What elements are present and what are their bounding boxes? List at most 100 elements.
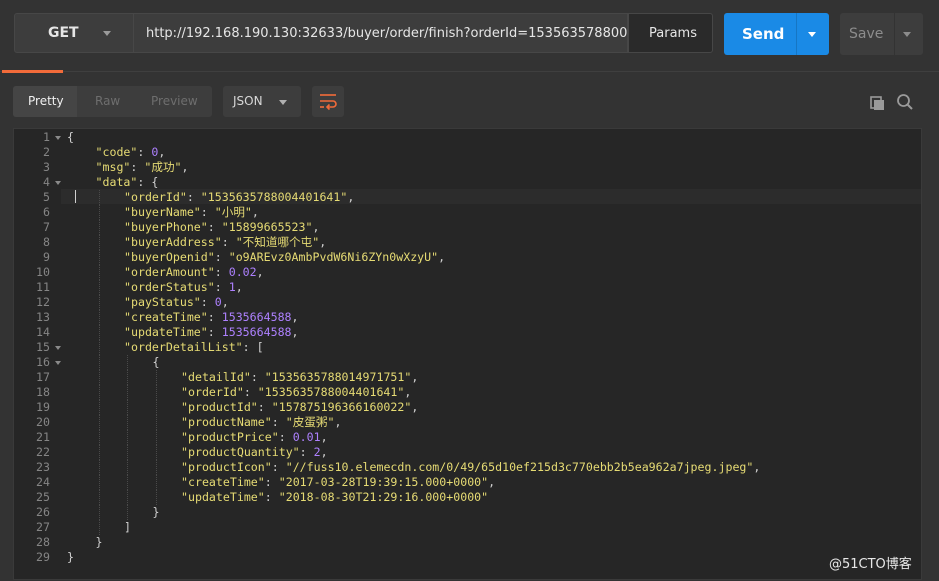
indent-guide <box>98 460 100 475</box>
code-text: "productQuantity": 2, <box>181 445 328 460</box>
code-token: "productQuantity" <box>181 445 300 459</box>
indent-guide <box>98 520 100 535</box>
code-token: ] <box>124 520 131 534</box>
code-line: 28} <box>14 535 914 550</box>
code-text: } <box>67 550 74 565</box>
wrap-lines-icon <box>320 94 337 111</box>
code-line: 16 { <box>14 355 914 370</box>
code-text: ] <box>124 520 131 535</box>
copy-icon[interactable] <box>868 92 888 112</box>
tab-pretty-label[interactable]: Pretty <box>28 94 64 108</box>
code-token: : <box>264 475 279 489</box>
line-number: 19 <box>36 400 50 414</box>
method-select[interactable]: GET <box>14 13 134 53</box>
line-number: 20 <box>36 415 50 429</box>
send-button[interactable]: Send <box>724 13 829 55</box>
search-icon[interactable] <box>895 92 915 112</box>
save-button[interactable]: Save <box>840 13 923 55</box>
fold-toggle-icon[interactable] <box>55 361 61 365</box>
code-token: : <box>243 385 258 399</box>
line-number: 14 <box>36 325 50 339</box>
line-number: 17 <box>36 370 50 384</box>
save-label: Save <box>849 26 884 42</box>
code-token: , <box>312 220 320 234</box>
indent-guide <box>98 385 100 400</box>
indent-guide <box>127 460 128 475</box>
line-number: 9 <box>43 250 50 264</box>
code-token: "皮蛋粥" <box>285 415 335 429</box>
code-token: "//fuss10.elemecdn.com/0/49/65d10ef215d3… <box>285 460 754 474</box>
code-token: "msg" <box>95 160 131 174</box>
fold-toggle-icon[interactable] <box>55 181 61 185</box>
code-text: "payStatus": 0, <box>124 295 229 310</box>
code-text: "orderDetailList": [ <box>124 340 264 355</box>
indent-guide <box>98 295 100 310</box>
indent-guide <box>155 445 157 460</box>
tab-preview-label[interactable]: Preview <box>151 94 198 108</box>
code-token: : <box>214 280 229 294</box>
code-token: "createTime" <box>181 475 265 489</box>
code-text: "productId": "157875196366160022", <box>181 400 418 415</box>
line-number: 18 <box>36 385 50 399</box>
params-button[interactable]: Params <box>628 13 713 53</box>
code-line: 8 "buyerAddress": "不知道哪个屯", <box>14 235 914 250</box>
format-select[interactable]: JSON <box>223 86 301 117</box>
code-token: "detailId" <box>181 370 251 384</box>
code-text: } <box>153 505 160 520</box>
code-token: "orderId" <box>124 190 187 204</box>
indent-guide <box>155 430 157 445</box>
code-token: , <box>291 325 299 339</box>
code-token: , <box>319 235 327 249</box>
indent-guide <box>98 505 100 520</box>
indent-guide <box>98 235 100 250</box>
code-token: "productPrice" <box>181 430 279 444</box>
code-text: "buyerName": "小明", <box>124 205 259 220</box>
code-text: "code": 0, <box>96 145 166 160</box>
code-line: 9 "buyerOpenid": "o9AREvz0AmbPvdW6Ni6ZYn0… <box>14 250 914 265</box>
wrap-lines-button[interactable] <box>312 86 344 117</box>
code-line: 22 "productQuantity": 2, <box>14 445 914 460</box>
code-token: } <box>95 535 103 549</box>
request-bar: GET http://192.168.190.130:32633/buyer/o… <box>0 0 939 66</box>
code-text: "orderAmount": 0.02, <box>124 265 264 280</box>
code-token: "1535635788004401641" <box>200 190 348 204</box>
tab-raw-label[interactable]: Raw <box>95 94 120 108</box>
fold-toggle-icon[interactable] <box>55 136 61 140</box>
code-text: "msg": "成功", <box>96 160 189 175</box>
indent-guide <box>98 415 100 430</box>
save-options-chevron-icon[interactable] <box>903 32 911 37</box>
send-options-chevron-icon[interactable] <box>808 32 816 37</box>
code-token: { <box>67 130 74 144</box>
code-token: : [ <box>242 340 264 354</box>
code-token: "小明" <box>214 205 252 219</box>
code-line: 6 "buyerName": "小明", <box>14 205 914 220</box>
response-body-editor[interactable]: 1{2 "code": 0, 3 "msg": "成功", 4 "data": {5 "or… <box>13 128 922 580</box>
code-line: 27] <box>14 520 914 535</box>
code-token: 1 <box>228 280 236 294</box>
code-line: 26} <box>14 505 914 520</box>
code-token: , <box>256 265 264 279</box>
line-number: 23 <box>36 460 50 474</box>
section-divider <box>0 71 939 72</box>
indent-guide <box>155 400 157 415</box>
code-text: "updateTime": 1535664588, <box>124 325 299 340</box>
code-line: 23 "productIcon": "//fuss10.elemecdn.com/… <box>14 460 914 475</box>
code-token: : <box>207 310 222 324</box>
code-token: : <box>257 400 272 414</box>
indent-guide <box>127 430 128 445</box>
line-number: 12 <box>36 295 50 309</box>
code-token: , <box>404 385 412 399</box>
indent-guide <box>127 475 128 490</box>
indent-guide <box>155 385 157 400</box>
indent-guide <box>127 505 128 520</box>
indent-guide <box>98 220 100 235</box>
code-token: "updateTime" <box>124 325 208 339</box>
url-input[interactable]: http://192.168.190.130:32633/buyer/order… <box>134 13 628 53</box>
code-line: 20 "productName": "皮蛋粥", <box>14 415 914 430</box>
code-line: 12 "payStatus": 0, <box>14 295 914 310</box>
indent-guide <box>98 325 100 340</box>
code-token: : <box>186 190 201 204</box>
code-line: 24 "createTime": "2017-03-28T19:39:15.000… <box>14 475 914 490</box>
fold-toggle-icon[interactable] <box>55 346 61 350</box>
code-token: "成功" <box>144 160 182 174</box>
